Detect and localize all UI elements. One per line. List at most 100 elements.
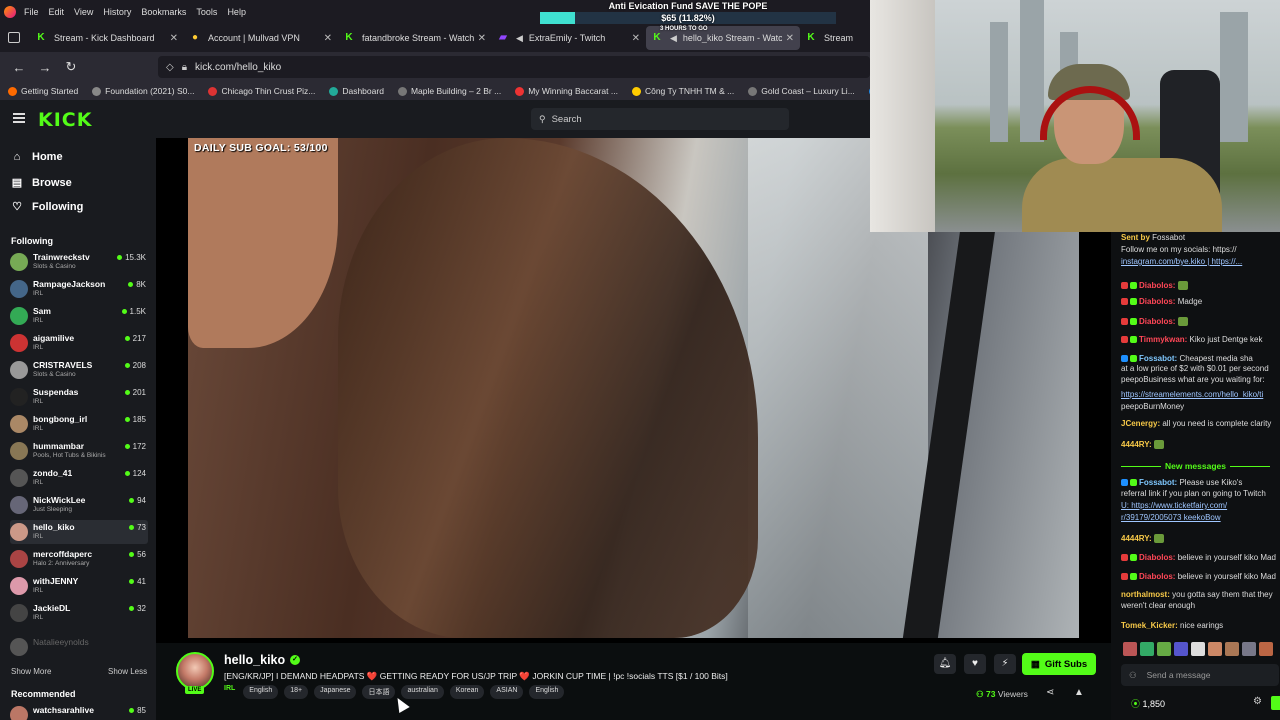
chat-username[interactable]: Fossabot: — [1139, 478, 1177, 487]
stream-tag[interactable]: ASIAN — [490, 685, 524, 699]
close-tab-icon[interactable]: ✕ — [478, 33, 486, 44]
channel-points[interactable]: 1,850 — [1131, 697, 1166, 710]
chat-username[interactable]: 4444RY: — [1121, 534, 1152, 543]
stream-tag[interactable]: Japanese — [314, 685, 357, 699]
chat-username[interactable]: Diabolos: — [1139, 297, 1175, 306]
following-channel[interactable]: aigamilive IRL 217 — [10, 331, 148, 355]
chat-username[interactable]: northalmost: — [1121, 590, 1170, 599]
following-channel[interactable]: JackieDL IRL 32 — [10, 601, 148, 625]
emote-icon[interactable] — [1225, 642, 1239, 656]
chat-username[interactable]: Tomek_Kicker: — [1121, 621, 1178, 630]
stream-tag[interactable]: Korean — [449, 685, 485, 699]
menu-edit[interactable]: Edit — [49, 7, 65, 17]
back-icon[interactable]: ← — [8, 60, 30, 75]
menu-file[interactable]: File — [24, 7, 39, 17]
following-channel[interactable]: RampageJackson IRL 8K — [10, 277, 148, 301]
stream-tag[interactable]: 日本語 — [362, 685, 396, 699]
send-button[interactable] — [1271, 696, 1280, 710]
following-channel[interactable]: Suspendas IRL 201 — [10, 385, 148, 409]
chat-username[interactable]: JCenergy: — [1121, 419, 1160, 428]
category-link[interactable]: IRL — [224, 685, 235, 699]
menu-help[interactable]: Help — [227, 7, 246, 17]
reload-icon[interactable]: ↻ — [60, 59, 82, 75]
streamer-name[interactable]: hello_kiko — [224, 653, 285, 667]
bookmark-item[interactable]: Công Ty TNHH TM & ... — [631, 86, 734, 96]
chat-username[interactable]: Diabolos: — [1139, 553, 1175, 562]
kick-logo[interactable]: KICK — [38, 109, 92, 131]
emote-icon[interactable] — [1242, 642, 1256, 656]
forward-icon[interactable]: → — [34, 60, 56, 75]
close-tab-icon[interactable]: ✕ — [324, 33, 332, 44]
nav-browse[interactable]: ▤ Browse — [11, 176, 72, 190]
chat-username[interactable]: Timmykwan: — [1139, 335, 1187, 344]
stream-tag[interactable]: australian — [401, 685, 444, 699]
shield-icon[interactable]: ◇ — [166, 62, 174, 73]
recommended-channel[interactable]: watchsarahlive 85 — [10, 703, 148, 720]
show-less-button[interactable]: Show Less — [108, 667, 147, 676]
bookmark-item[interactable]: Foundation (2021) S0... — [92, 86, 194, 96]
follow-heart-icon[interactable]: ♥ — [964, 654, 986, 674]
search-input[interactable]: ⚲ Search — [531, 108, 789, 130]
user-icon[interactable]: ⚇ — [1129, 670, 1137, 681]
bookmark-item[interactable]: My Winning Baccarat ... — [515, 86, 618, 96]
emote-icon[interactable] — [1140, 642, 1154, 656]
chat-text[interactable]: instagram.com/bye.kiko | https://... — [1121, 257, 1242, 266]
following-channel[interactable]: NickWickLee Just Sleeping 94 — [10, 493, 148, 517]
following-channel[interactable]: Trainwreckstv Slots & Casino 15.3K — [10, 250, 148, 274]
following-channel[interactable]: hummambar Pools, Hot Tubs & Bikinis 172 — [10, 439, 148, 463]
menu-view[interactable]: View — [74, 7, 93, 17]
stream-tag[interactable]: English — [243, 685, 279, 699]
following-channel[interactable]: CRISTRAVELS Slots & Casino 208 — [10, 358, 148, 382]
bookmark-item[interactable]: Dashboard — [329, 86, 384, 96]
following-channel[interactable]: Sam IRL 1.5K — [10, 304, 148, 328]
nav-home[interactable]: ⌂ Home — [11, 151, 63, 163]
chat-text[interactable]: https://streamelements.com/hello_kiko/ti — [1121, 390, 1263, 399]
menu-history[interactable]: History — [103, 7, 131, 17]
emote-icon[interactable] — [1259, 642, 1273, 656]
new-messages-divider[interactable]: New messages — [1111, 461, 1280, 471]
gift-subs-button[interactable]: ▦ Gift Subs — [1022, 653, 1096, 675]
chat-username[interactable]: Diabolos: — [1139, 572, 1175, 581]
streamer-avatar[interactable] — [176, 652, 214, 690]
emote-icon[interactable] — [1208, 642, 1222, 656]
stream-tag[interactable]: 18+ — [284, 685, 309, 699]
chat-username[interactable]: Diabolos: — [1139, 317, 1175, 326]
share-icon[interactable]: ⋖ — [1046, 687, 1054, 698]
chat-username[interactable]: Fossabot: — [1139, 354, 1177, 363]
following-channel[interactable]: zondo_41 IRL 124 — [10, 466, 148, 490]
emote-icon[interactable] — [1174, 642, 1188, 656]
emote-icon[interactable] — [1123, 642, 1137, 656]
lock-icon[interactable]: 🔒︎ — [182, 62, 187, 73]
address-bar[interactable]: ◇ 🔒︎ kick.com/hello_kiko — [158, 56, 870, 78]
speaker-icon[interactable]: ◀ — [516, 33, 523, 44]
following-channel-offline[interactable]: Natalieeynolds — [10, 635, 148, 659]
bookmark-item[interactable]: Gold Coast – Luxury Li... — [748, 86, 855, 96]
bookmark-item[interactable]: Chicago Thin Crust Piz... — [208, 86, 315, 96]
menu-bookmarks[interactable]: Bookmarks — [141, 7, 186, 17]
browser-tab[interactable]: K fatandbroke Stream - Watch Li ✕ — [338, 26, 492, 50]
following-channel[interactable]: bongbong_irl IRL 185 — [10, 412, 148, 436]
chat-text[interactable]: U: https://www.ticketfairy.com/ — [1121, 501, 1227, 510]
chat-username[interactable]: Diabolos: — [1139, 281, 1175, 290]
chat-username[interactable]: Sent by — [1121, 233, 1150, 242]
chat-text[interactable]: r/39179/2005073 keekoBow — [1121, 513, 1221, 522]
following-channel[interactable]: mercoffdaperc Halo 2: Anniversary 56 — [10, 547, 148, 571]
close-tab-icon[interactable]: ✕ — [170, 33, 178, 44]
lightning-icon[interactable]: ⚡︎ — [994, 654, 1016, 674]
emote-icon[interactable] — [1157, 642, 1171, 656]
chat-input[interactable]: ⚇ Send a message — [1121, 664, 1279, 686]
following-channel[interactable]: hello_kiko IRL 73 — [10, 520, 148, 544]
stream-tag[interactable]: English — [529, 685, 565, 699]
browser-tab[interactable]: K Stream - Kick Dashboard ✕ — [30, 26, 184, 50]
browser-tab[interactable]: ● Account | Mullvad VPN ✕ — [184, 26, 338, 50]
settings-icon[interactable]: ⚙ — [1253, 696, 1262, 707]
bookmark-item[interactable]: Getting Started — [8, 86, 78, 96]
notifications-bell-icon[interactable]: 🔔︎ — [934, 654, 956, 674]
nav-following[interactable]: ♡ Following — [11, 200, 83, 214]
chat-username[interactable]: 4444RY: — [1121, 440, 1152, 449]
menu-icon[interactable] — [13, 113, 25, 123]
url-text[interactable]: kick.com/hello_kiko — [195, 62, 281, 73]
menu-tools[interactable]: Tools — [196, 7, 217, 17]
report-icon[interactable]: ▲ — [1074, 687, 1084, 698]
tab-list-icon[interactable] — [8, 32, 20, 43]
